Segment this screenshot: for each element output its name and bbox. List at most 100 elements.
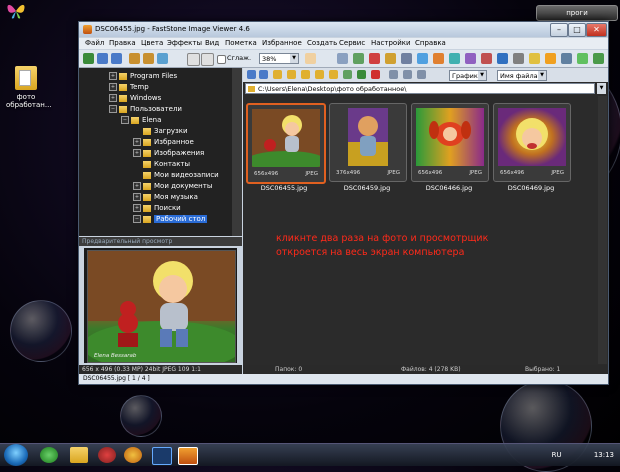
forward-icon[interactable] bbox=[259, 70, 268, 79]
tree-toggle-icon[interactable]: + bbox=[133, 149, 141, 157]
tree-item[interactable]: − Рабочий стол bbox=[133, 215, 208, 225]
tree-item[interactable]: − Пользователи bbox=[109, 105, 182, 115]
desktop-folder-icon[interactable]: фото обработан... bbox=[6, 66, 52, 109]
programs-button[interactable]: проги bbox=[536, 5, 618, 21]
thumbnail-item[interactable]: 656x496 JPEG bbox=[411, 103, 489, 182]
menu-create[interactable]: Создать bbox=[307, 39, 337, 47]
zoom-out-icon[interactable] bbox=[201, 53, 214, 66]
tree-toggle-icon[interactable]: + bbox=[109, 83, 117, 91]
media-player-icon[interactable] bbox=[40, 447, 58, 463]
tree-toggle-icon[interactable]: + bbox=[133, 204, 141, 212]
menu-view[interactable]: Вид bbox=[205, 39, 219, 47]
browser-icon[interactable] bbox=[98, 447, 116, 463]
tree-toggle-icon[interactable]: + bbox=[133, 182, 141, 190]
browser-scrollbar[interactable] bbox=[598, 96, 607, 364]
title-bar[interactable]: DSC06455.jpg - FastStone Image Viewer 4.… bbox=[79, 22, 608, 37]
folder-icon[interactable] bbox=[301, 70, 310, 79]
details-view-icon[interactable] bbox=[417, 70, 426, 79]
thumbnail-item[interactable]: 376x496 JPEG bbox=[329, 103, 407, 182]
clock[interactable]: 13:13 bbox=[594, 451, 614, 459]
path-dropdown-button[interactable]: ▼ bbox=[597, 83, 606, 94]
explorer-icon[interactable] bbox=[70, 447, 88, 463]
wallpaper-icon[interactable] bbox=[465, 53, 476, 64]
tree-toggle-icon[interactable]: − bbox=[109, 105, 117, 113]
up-folder-icon[interactable] bbox=[273, 70, 282, 79]
tree-item[interactable]: + Моя музыка bbox=[133, 193, 198, 203]
minimize-button[interactable]: – bbox=[550, 23, 568, 37]
start-button[interactable] bbox=[4, 444, 28, 466]
crop-icon[interactable] bbox=[337, 53, 348, 64]
tree-item[interactable]: + Temp bbox=[109, 83, 149, 93]
info-icon[interactable] bbox=[577, 53, 588, 64]
menu-edit[interactable]: Правка bbox=[109, 39, 136, 47]
tree-item[interactable]: + Поиски bbox=[133, 204, 181, 214]
language-indicator[interactable]: RU bbox=[552, 451, 562, 459]
tree-toggle-icon[interactable]: + bbox=[133, 193, 141, 201]
rotate-left-icon[interactable] bbox=[129, 53, 140, 64]
tree-item[interactable]: + Windows bbox=[109, 94, 161, 104]
hand-icon[interactable] bbox=[305, 53, 316, 64]
menu-file[interactable]: Файл bbox=[85, 39, 104, 47]
zoom-in-icon[interactable] bbox=[187, 53, 200, 66]
tree-toggle-icon[interactable]: − bbox=[121, 116, 129, 124]
palette-icon[interactable] bbox=[529, 53, 540, 64]
menu-mark[interactable]: Пометка bbox=[225, 39, 257, 47]
filter-select[interactable]: Графика ▼ bbox=[449, 70, 487, 81]
checkbox-icon[interactable] bbox=[217, 55, 226, 64]
tree-item[interactable]: − Elena bbox=[121, 116, 161, 126]
color-icon[interactable] bbox=[369, 53, 380, 64]
path-input[interactable]: C:\Users\Elena\Desktop\фото обработанное… bbox=[245, 83, 595, 94]
tree-item[interactable]: + Program Files bbox=[109, 72, 177, 82]
batch-icon[interactable] bbox=[481, 53, 492, 64]
menu-favorites[interactable]: Избранное bbox=[262, 39, 302, 47]
faststone-icon[interactable] bbox=[178, 447, 198, 465]
refresh-icon[interactable] bbox=[357, 70, 366, 79]
tree-item[interactable]: + Изображения bbox=[133, 149, 204, 159]
menu-help[interactable]: Справка bbox=[415, 39, 446, 47]
photoshop-icon[interactable] bbox=[152, 447, 172, 465]
tree-toggle-icon[interactable]: − bbox=[133, 215, 141, 223]
exit-icon[interactable] bbox=[593, 53, 604, 64]
tree-scrollbar[interactable] bbox=[232, 68, 242, 236]
print-icon[interactable] bbox=[401, 53, 412, 64]
sort-select[interactable]: Имя файла ▼ bbox=[497, 70, 547, 81]
thumbnail-item[interactable]: 656x496 JPEG bbox=[493, 103, 571, 182]
preview-image[interactable]: Elena Bessarab bbox=[87, 250, 236, 363]
delete-icon[interactable] bbox=[371, 70, 380, 79]
compare-icon[interactable] bbox=[417, 53, 428, 64]
folder-icon[interactable] bbox=[287, 70, 296, 79]
web-icon[interactable] bbox=[497, 53, 508, 64]
menu-colors[interactable]: Цвета bbox=[141, 39, 163, 47]
back-icon[interactable] bbox=[97, 53, 108, 64]
tree-item[interactable]: + Мои документы bbox=[133, 182, 212, 192]
menu-settings[interactable]: Настройки bbox=[371, 39, 411, 47]
fullscreen-icon[interactable] bbox=[449, 53, 460, 64]
slideshow-icon[interactable] bbox=[433, 53, 444, 64]
tree-item[interactable]: + Избранное bbox=[133, 138, 194, 148]
email-icon[interactable] bbox=[385, 53, 396, 64]
rotate-right-icon[interactable] bbox=[143, 53, 154, 64]
camera-icon[interactable] bbox=[513, 53, 524, 64]
zoom-select[interactable]: 38% ▼ bbox=[259, 53, 299, 64]
tree-toggle-icon[interactable]: + bbox=[109, 72, 117, 80]
maximize-button[interactable]: □ bbox=[568, 23, 586, 37]
close-button[interactable]: ✕ bbox=[586, 23, 607, 37]
tree-item[interactable]: Контакты bbox=[133, 160, 190, 170]
settings-icon[interactable] bbox=[561, 53, 572, 64]
flip-icon[interactable] bbox=[157, 53, 168, 64]
menu-effects[interactable]: Эффекты bbox=[167, 39, 202, 47]
select-icon[interactable] bbox=[343, 70, 352, 79]
move-icon[interactable] bbox=[329, 70, 338, 79]
thumbnail-view-icon[interactable] bbox=[389, 70, 398, 79]
back-icon[interactable] bbox=[247, 70, 256, 79]
list-view-icon[interactable] bbox=[403, 70, 412, 79]
resize-icon[interactable] bbox=[353, 53, 364, 64]
tree-item[interactable]: Мои видеозаписи bbox=[133, 171, 219, 181]
thumbnail-item[interactable]: 656x496 JPEG bbox=[246, 103, 326, 184]
star-icon[interactable] bbox=[545, 53, 556, 64]
menu-service[interactable]: Сервис bbox=[339, 39, 365, 47]
tree-item[interactable]: Загрузки bbox=[133, 127, 188, 137]
browser-icon[interactable] bbox=[124, 447, 142, 463]
tree-toggle-icon[interactable]: + bbox=[109, 94, 117, 102]
copy-icon[interactable] bbox=[315, 70, 324, 79]
